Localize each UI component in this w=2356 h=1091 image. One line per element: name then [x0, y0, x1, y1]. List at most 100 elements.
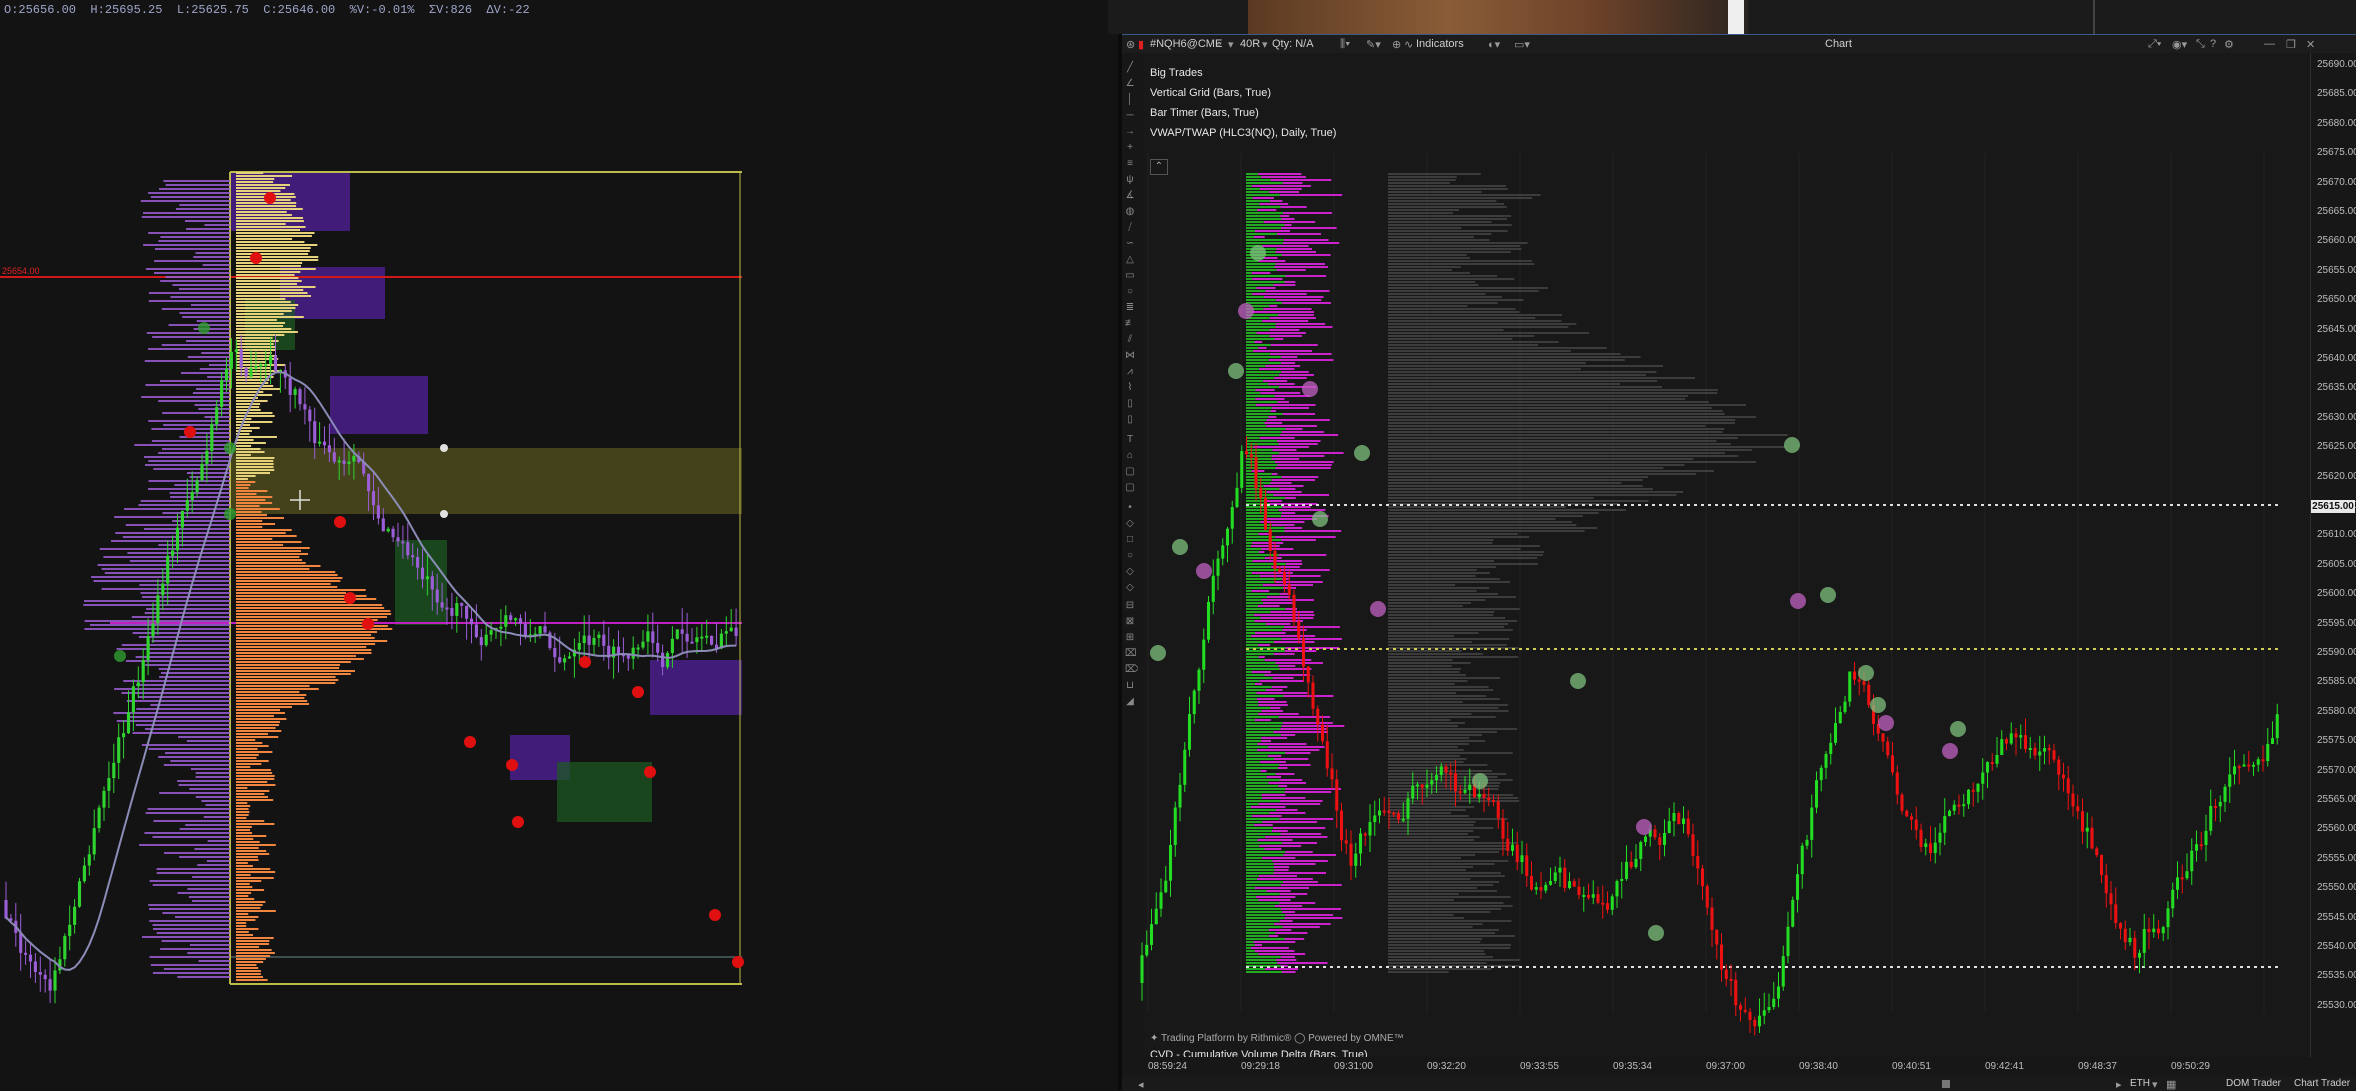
chart-type-icon[interactable]: ⫼▾ — [1340, 38, 1350, 51]
arrow-tool-icon[interactable]: → — [1125, 127, 1135, 137]
search-icon[interactable]: ⌕ — [1216, 38, 1222, 51]
minimize-icon[interactable]: — — [2264, 38, 2275, 50]
sell-volume-bar — [1264, 296, 1324, 298]
rectangle-tool-icon[interactable]: ▭ — [1125, 271, 1135, 281]
callout-tool-icon[interactable]: ▢ — [1125, 467, 1135, 477]
zoom-icon[interactable]: ⊕ — [1392, 38, 1401, 51]
templates-icon[interactable]: ◐▾ — [1488, 38, 1500, 51]
volume-profile-bar — [1388, 566, 1497, 568]
magnet-tool-icon[interactable]: ⊔ — [1125, 681, 1135, 691]
alert-tool-icon[interactable]: ⊠ — [1125, 617, 1135, 627]
scrollbar-thumb[interactable] — [1942, 1080, 1950, 1088]
ruler-tool-icon[interactable]: ⧸ — [1125, 223, 1135, 233]
eraser-tool-icon[interactable]: ▯ — [1125, 399, 1135, 409]
text-tool-icon[interactable]: T — [1125, 435, 1135, 445]
price-axis[interactable]: 25690.00 25685.00 25680.00 25675.00 25670.00… — [2310, 53, 2356, 1057]
horizontal-line-tool-icon[interactable]: ─ — [1125, 111, 1135, 121]
right-price-chart[interactable] — [1138, 53, 2310, 1057]
scroll-left-icon[interactable]: ◂ — [1138, 1078, 1144, 1091]
indicator-label[interactable]: Big Trades — [1150, 67, 1203, 79]
hide-tool-icon[interactable]: ⌧ — [1125, 649, 1137, 659]
channel-tool-icon[interactable]: ⫽ — [1125, 335, 1135, 345]
lock-tool-icon[interactable]: ⊞ — [1125, 633, 1135, 643]
indicators-icon[interactable]: ∿ — [1404, 38, 1413, 51]
delta-bar — [135, 656, 230, 658]
camera-icon[interactable]: ◉▾ — [2172, 38, 2187, 51]
highlight-tool-icon[interactable]: ▯ — [1125, 415, 1135, 425]
crosshair-tool-icon[interactable]: + — [1125, 143, 1135, 153]
app-logo-icon[interactable]: ⊛ — [1126, 38, 1135, 51]
volume-profile-bar — [1388, 653, 1483, 655]
quantity-field[interactable]: Qty: N/A — [1272, 38, 1314, 50]
diamond-tool-icon[interactable]: ◇ — [1125, 519, 1135, 529]
triangle-tool-icon[interactable]: △ — [1125, 255, 1135, 265]
right-chart-plot[interactable]: Big Trades Vertical Grid (Bars, True) Ba… — [1138, 53, 2310, 1057]
chart-trader-button[interactable]: Chart Trader — [2294, 1078, 2350, 1089]
angle-tool-icon[interactable]: ∡ — [1125, 191, 1135, 201]
marker-tool-icon[interactable]: ◇ — [1125, 567, 1135, 577]
restore-icon[interactable]: ❐ — [2286, 38, 2296, 51]
candle-body — [1914, 819, 1918, 830]
measure-tool-icon[interactable]: ⊟ — [1125, 601, 1135, 611]
close-icon[interactable]: ✕ — [2306, 38, 2315, 51]
cvd-panel-title[interactable]: CVD - Cumulative Volume Delta (Bars, Tru… — [1150, 1049, 1368, 1057]
tag-tool-icon[interactable]: ⌂ — [1125, 451, 1135, 461]
regression-tool-icon[interactable]: ≢ — [1125, 319, 1135, 329]
time-axis[interactable]: 08:59:24 09:29:18 09:31:00 09:32:20 09:33:55… — [1138, 1057, 2310, 1077]
indicator-label[interactable]: Bar Timer (Bars, True) — [1150, 107, 1259, 119]
volume-profile-bar — [236, 328, 292, 330]
pattern-tool-icon[interactable]: ⋈ — [1125, 351, 1135, 361]
link-icon[interactable]: ⤢▾ — [2148, 38, 2161, 51]
curve-tool-icon[interactable]: ∽ — [1125, 239, 1135, 249]
session-selector[interactable]: ETH — [2130, 1078, 2150, 1089]
dom-trader-button[interactable]: DOM Trader — [2226, 1078, 2281, 1089]
dot-tool-icon[interactable]: • — [1125, 503, 1135, 513]
note-tool-icon[interactable]: ▢ — [1125, 483, 1135, 493]
window-layout-icon[interactable]: ▭▾ — [1514, 38, 1530, 51]
candle-body — [68, 924, 72, 937]
trend-line-tool-icon[interactable]: ╱ — [1125, 63, 1135, 73]
candle-body — [220, 380, 224, 408]
zigzag-tool-icon[interactable]: ⩘ — [1125, 367, 1135, 377]
fib-tool-icon[interactable]: ≡ — [1125, 159, 1135, 169]
pencil-icon[interactable]: ✎▾ — [1366, 38, 1381, 51]
fullscreen-icon[interactable]: ⤡ — [2196, 38, 2205, 51]
chevron-down-icon[interactable]: ▾ — [1262, 38, 1268, 51]
gann-tool-icon[interactable]: ≣ — [1125, 303, 1135, 313]
volume-profile-bar — [1388, 269, 1452, 271]
globe-tool-icon[interactable]: ◍ — [1125, 207, 1135, 217]
chevron-down-icon[interactable]: ▾ — [2152, 1078, 2158, 1091]
pitchfork-tool-icon[interactable]: ψ — [1125, 175, 1135, 185]
ray-tool-icon[interactable]: ∠ — [1125, 79, 1135, 89]
candle-body — [2104, 875, 2108, 894]
highlight-zone — [230, 448, 742, 514]
vertical-line-tool-icon[interactable]: │ — [1125, 95, 1135, 105]
indicator-label[interactable]: Vertical Grid (Bars, True) — [1150, 87, 1271, 99]
scroll-right-icon[interactable]: ▸ — [2116, 1078, 2122, 1091]
square-tool-icon[interactable]: □ — [1125, 535, 1135, 545]
symbol-selector[interactable]: #NQH6@CME — [1150, 38, 1222, 50]
buy-volume-bar — [1246, 797, 1263, 799]
brush-tool-icon[interactable]: ⌇ — [1125, 383, 1135, 393]
circle-tool-icon[interactable]: ○ — [1125, 551, 1135, 561]
calendar-icon[interactable]: ▦ — [2166, 1078, 2176, 1091]
settings-icon[interactable]: ⚙ — [2224, 38, 2234, 51]
left-chart-pane[interactable]: O:25656.00 H:25695.25 L:25625.75 C:25646… — [0, 0, 1118, 1090]
sell-volume-bar — [1264, 500, 1282, 502]
bar-type-selector[interactable]: 40R — [1240, 38, 1260, 50]
candle-body — [1738, 1005, 1743, 1010]
expand-tools-icon[interactable]: ◢ — [1125, 697, 1135, 707]
buy-volume-bar — [1246, 206, 1281, 208]
left-price-chart[interactable] — [0, 0, 1118, 1090]
volume-profile-bar — [236, 469, 275, 471]
chevron-down-icon[interactable]: ▾ — [1228, 38, 1234, 51]
help-icon[interactable]: ? — [2210, 38, 2216, 50]
collapse-indicators-button[interactable]: ⌃ — [1150, 159, 1168, 175]
volume-profile-bar — [236, 685, 310, 687]
flag-tool-icon[interactable]: ◇ — [1125, 583, 1135, 593]
delta-bar — [149, 956, 230, 958]
ellipse-tool-icon[interactable]: ○ — [1125, 287, 1135, 297]
delete-tool-icon[interactable]: ⌦ — [1125, 665, 1139, 675]
indicator-label[interactable]: VWAP/TWAP (HLC3(NQ), Daily, True) — [1150, 127, 1336, 139]
indicators-button[interactable]: Indicators — [1416, 38, 1464, 50]
